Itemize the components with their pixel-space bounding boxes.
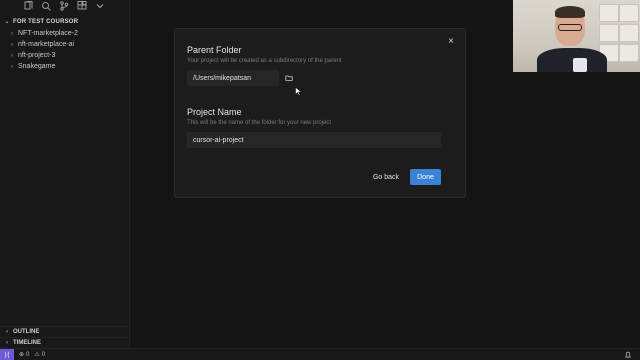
explorer-sidebar: ⌄ FOR TEST COURSOR › NFT-marketplace-2 ›… [0, 0, 130, 348]
cup [573, 58, 587, 72]
shelf [619, 44, 639, 62]
source-control-icon[interactable] [58, 1, 69, 12]
chevron-right-icon: › [11, 52, 13, 59]
project-name-hint: This will be the name of the folder for … [187, 120, 332, 126]
glasses [558, 24, 582, 31]
timeline-section[interactable]: › TIMELINE [0, 337, 130, 348]
go-back-button[interactable]: Go back [366, 169, 406, 185]
chevron-right-icon: › [11, 30, 13, 37]
files-icon[interactable] [22, 1, 33, 12]
tree-item-label: nft-project-3 [18, 52, 56, 59]
outline-label: OUTLINE [13, 329, 40, 335]
tree-item-label: NFT-marketplace-2 [18, 30, 78, 37]
tree-item-snakegame[interactable]: › Snakegame [0, 61, 129, 72]
shelf [619, 24, 639, 42]
error-icon: ⊗ [19, 352, 25, 358]
chevron-right-icon: › [11, 63, 13, 70]
parent-folder-hint: Your project will be created as a subdir… [187, 58, 342, 64]
webcam-overlay [513, 0, 640, 72]
tree-item-nft-marketplace-ai[interactable]: › nft-marketplace-ai [0, 39, 129, 50]
person-body [537, 48, 607, 72]
section-title: FOR TEST COURSOR [13, 19, 79, 25]
done-button[interactable]: Done [410, 169, 441, 185]
chevron-down-icon: ⌄ [4, 19, 10, 25]
parent-folder-label: Parent Folder [187, 45, 242, 55]
remote-icon[interactable]: ⟩⟨ [0, 348, 14, 360]
tree-item-label: nft-marketplace-ai [18, 41, 75, 48]
parent-folder-input[interactable]: /Users/mikepatsan [187, 70, 279, 86]
tree-item-nft-marketplace-2[interactable]: › NFT-marketplace-2 [0, 28, 129, 39]
chevron-right-icon: › [6, 340, 8, 346]
close-icon[interactable]: × [446, 37, 456, 47]
explorer-section-header[interactable]: ⌄ FOR TEST COURSOR [0, 12, 129, 28]
shelf [619, 4, 639, 22]
new-project-dialog: × Parent Folder Your project will be cre… [174, 28, 466, 198]
bell-icon[interactable] [624, 351, 632, 359]
problems-indicator[interactable]: ⊗ 0 ⚠ 0 [19, 351, 46, 359]
project-name-input[interactable]: cursor-ai-project [187, 132, 441, 148]
shelf [599, 24, 619, 42]
mouse-cursor-icon [295, 87, 302, 96]
extensions-icon[interactable] [76, 1, 87, 12]
shelf [599, 4, 619, 22]
chevron-right-icon: › [11, 41, 13, 48]
outline-section[interactable]: › OUTLINE [0, 326, 130, 337]
chevron-right-icon: › [6, 329, 8, 335]
chevron-down-icon[interactable] [94, 1, 105, 12]
project-name-label: Project Name [187, 107, 242, 117]
warning-count: 0 [41, 351, 46, 358]
folder-icon[interactable] [283, 72, 295, 84]
activity-bar [0, 0, 129, 12]
timeline-label: TIMELINE [13, 340, 41, 346]
error-count: 0 [26, 351, 30, 358]
warning-icon: ⚠ [34, 352, 40, 358]
tree-item-nft-project-3[interactable]: › nft-project-3 [0, 50, 129, 61]
search-icon[interactable] [40, 1, 51, 12]
tree-item-label: Snakegame [18, 63, 56, 70]
person-hair [555, 6, 585, 18]
status-bar: ⟩⟨ ⊗ 0 ⚠ 0 [0, 348, 640, 360]
